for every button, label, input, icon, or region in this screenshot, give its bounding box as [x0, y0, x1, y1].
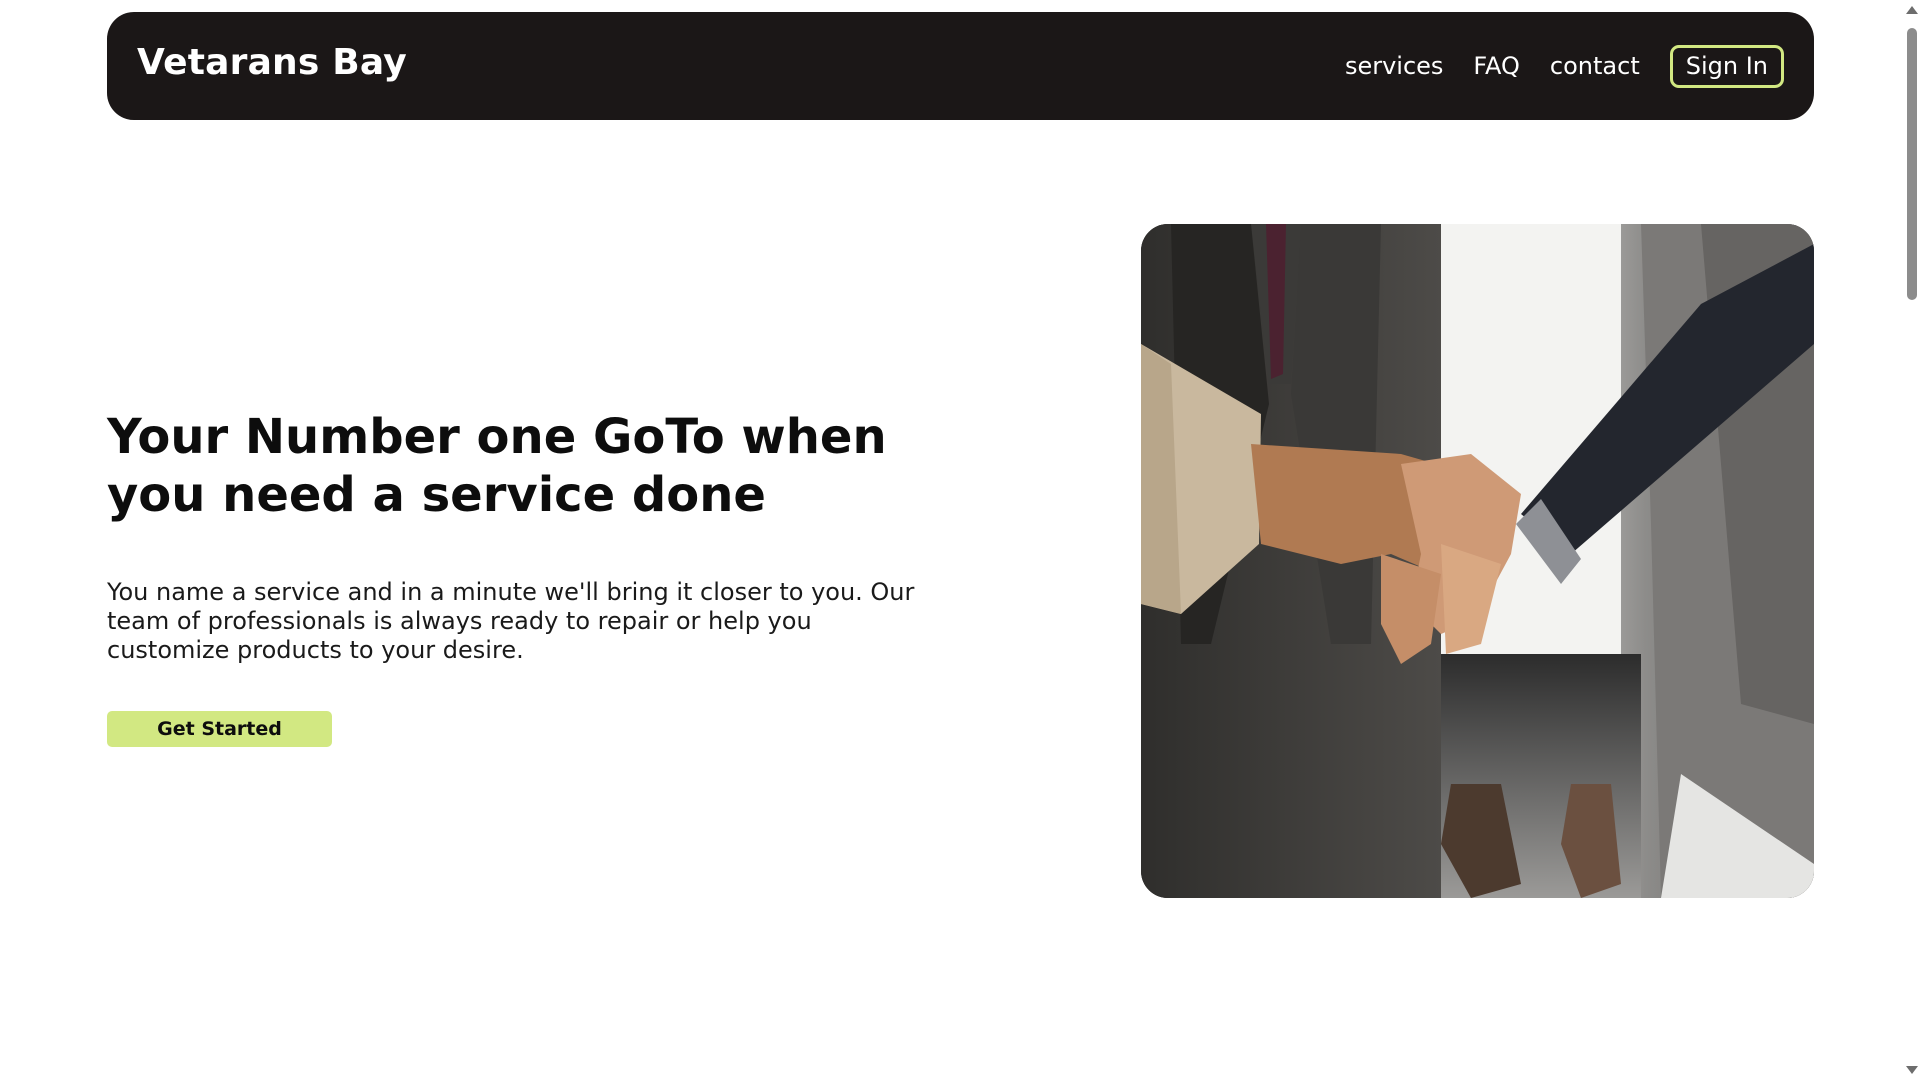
- page: Vetarans Bay services FAQ contact Sign I…: [0, 0, 1920, 1080]
- page-scrollbar[interactable]: [1903, 0, 1920, 1080]
- handshake-image: [1141, 224, 1814, 898]
- nav-link-faq[interactable]: FAQ: [1473, 52, 1520, 80]
- scroll-thumb[interactable]: [1907, 28, 1917, 300]
- get-started-button[interactable]: Get Started: [107, 711, 332, 747]
- scroll-down-arrow-icon[interactable]: [1906, 1066, 1918, 1074]
- brand-logo[interactable]: Vetarans Bay: [137, 42, 407, 83]
- nav-link-services[interactable]: services: [1345, 52, 1443, 80]
- nav-links: services FAQ contact Sign In: [1345, 12, 1784, 120]
- navbar: Vetarans Bay services FAQ contact Sign I…: [107, 12, 1814, 120]
- sign-in-button[interactable]: Sign In: [1669, 44, 1784, 88]
- handshake-illustration: [1141, 224, 1814, 898]
- hero-title: Your Number one GoTo when you need a ser…: [107, 409, 887, 523]
- nav-link-contact[interactable]: contact: [1550, 52, 1640, 80]
- scroll-up-arrow-icon[interactable]: [1906, 6, 1918, 14]
- hero-description: You name a service and in a minute we'll…: [107, 578, 915, 664]
